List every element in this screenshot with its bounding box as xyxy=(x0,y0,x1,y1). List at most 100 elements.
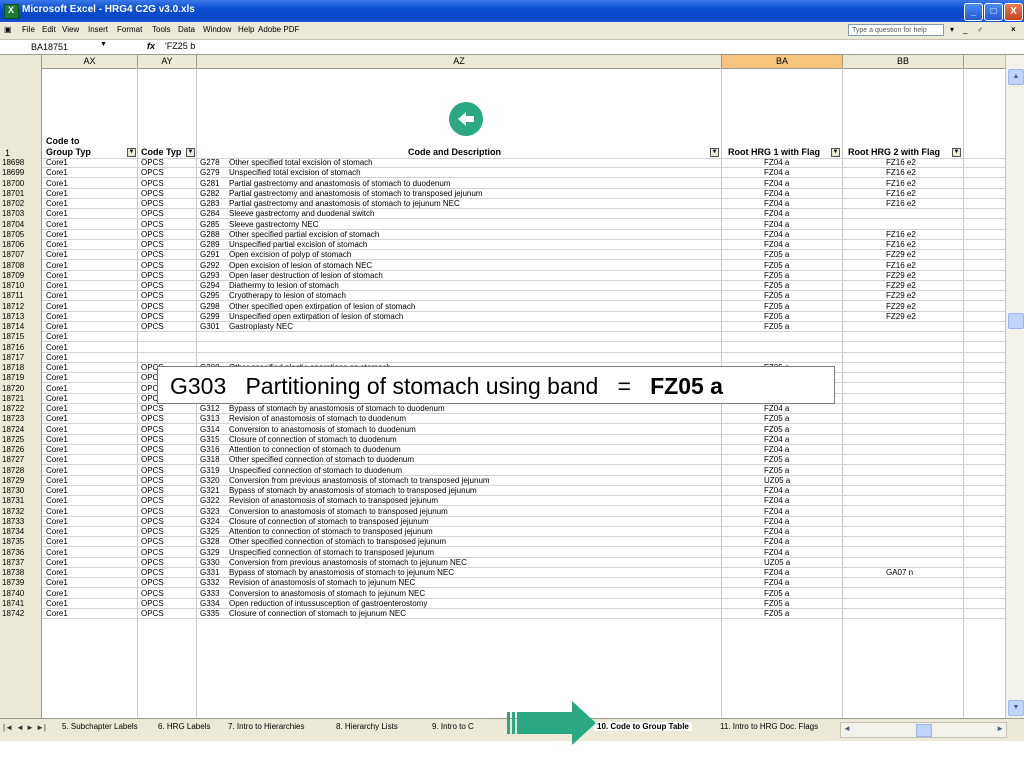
tab-subchapter-labels[interactable]: 5. Subchapter Labels xyxy=(62,722,138,731)
table-row[interactable]: 18708 Core1 OPCS G292 Open excision of lesio… xyxy=(0,260,1005,271)
filter-dropdown-code-type[interactable]: ▼ xyxy=(186,148,195,157)
row-number[interactable]: 18724 xyxy=(0,424,42,435)
back-arrow-button[interactable] xyxy=(449,102,483,136)
table-row[interactable]: 18722 Core1 OPCS G312 Bypass of stomach by a… xyxy=(0,404,1005,414)
table-row[interactable]: 18716 Core1 xyxy=(0,342,1005,353)
table-row[interactable]: 18731 Core1 OPCS G322 Revision of anastomosi… xyxy=(0,496,1005,507)
filter-dropdown-root-hrg-1[interactable]: ▼ xyxy=(831,148,840,157)
table-row[interactable]: 18701 Core1 OPCS G282 Partial gastrectomy an… xyxy=(0,188,1005,199)
doc-restore-button[interactable]: ♂ xyxy=(977,25,983,34)
row-number[interactable]: 18737 xyxy=(0,557,42,568)
menu-window[interactable]: Window xyxy=(203,25,231,34)
menu-tools[interactable]: Tools xyxy=(152,25,171,34)
column-header-ay[interactable]: AY xyxy=(138,55,197,68)
table-row[interactable]: 18704 Core1 OPCS G285 Sleeve gastrectomy NEC… xyxy=(0,219,1005,230)
tab-hierarchy-lists[interactable]: 8. Hierarchy Lists xyxy=(336,722,398,731)
row-number[interactable]: 18730 xyxy=(0,486,42,496)
function-icon[interactable]: fx xyxy=(147,41,155,51)
menu-help[interactable]: Help xyxy=(238,25,254,34)
row-number[interactable]: 18719 xyxy=(0,373,42,384)
table-row[interactable]: 18725 Core1 OPCS G315 Closure of connection … xyxy=(0,434,1005,445)
scroll-down-button[interactable]: ▼ xyxy=(1008,700,1024,716)
table-row[interactable]: 18728 Core1 OPCS G319 Unspecified connection… xyxy=(0,465,1005,476)
table-row[interactable]: 18698 Core1 OPCS G278 Other specified total … xyxy=(0,158,1005,168)
menu-file[interactable]: File xyxy=(22,25,35,34)
row-number[interactable]: 18709 xyxy=(0,270,42,281)
table-row[interactable]: 18726 Core1 OPCS G316 Attention to connectio… xyxy=(0,445,1005,455)
vertical-scroll-thumb[interactable] xyxy=(1008,313,1024,329)
row-number[interactable]: 18733 xyxy=(0,516,42,527)
table-row[interactable]: 18713 Core1 OPCS G299 Unspecified open extir… xyxy=(0,311,1005,322)
filter-dropdown-group-type[interactable]: ▼ xyxy=(127,148,136,157)
tab-hrg-labels[interactable]: 6. HRG Labels xyxy=(158,722,210,731)
row-number[interactable]: 18741 xyxy=(0,598,42,609)
row-number[interactable]: 18725 xyxy=(0,434,42,445)
row-number[interactable]: 18723 xyxy=(0,414,42,425)
row-number[interactable]: 18728 xyxy=(0,465,42,476)
table-row[interactable]: 18699 Core1 OPCS G279 Unspecified total exci… xyxy=(0,168,1005,179)
table-row[interactable]: 18742 Core1 OPCS G335 Closure of connection … xyxy=(0,609,1005,619)
row-number[interactable]: 18707 xyxy=(0,250,42,261)
menu-insert[interactable]: Insert xyxy=(88,25,108,34)
help-dropdown-icon[interactable]: ▾ xyxy=(950,25,954,34)
row-number[interactable]: 18735 xyxy=(0,537,42,548)
row-number[interactable]: 18714 xyxy=(0,322,42,332)
table-row[interactable]: 18741 Core1 OPCS G334 Open reduction of intu… xyxy=(0,598,1005,609)
table-row[interactable]: 18705 Core1 OPCS G288 Other specified partia… xyxy=(0,229,1005,240)
row-number[interactable]: 18729 xyxy=(0,475,42,486)
last-sheet-button[interactable]: ►| xyxy=(36,723,46,732)
doc-close-button[interactable]: × xyxy=(1011,25,1016,34)
row-number[interactable]: 18720 xyxy=(0,383,42,394)
table-row[interactable]: 18739 Core1 OPCS G332 Revision of anastomosi… xyxy=(0,578,1005,589)
row-number[interactable]: 18703 xyxy=(0,209,42,220)
table-row[interactable]: 18700 Core1 OPCS G281 Partial gastrectomy an… xyxy=(0,178,1005,189)
table-row[interactable]: 18709 Core1 OPCS G293 Open laser destruction… xyxy=(0,270,1005,281)
row-number[interactable]: 18731 xyxy=(0,496,42,507)
row-number[interactable]: 18702 xyxy=(0,199,42,209)
table-row[interactable]: 18735 Core1 OPCS G328 Other specified connec… xyxy=(0,537,1005,548)
first-sheet-button[interactable]: |◄ xyxy=(3,723,13,732)
excel-app-icon[interactable] xyxy=(4,4,19,19)
name-box-dropdown-icon[interactable]: ▼ xyxy=(100,41,107,48)
tab-code-to-group-table[interactable]: 10. Code to Group Table xyxy=(594,722,692,731)
row-number[interactable]: 18734 xyxy=(0,527,42,537)
row-number[interactable]: 18742 xyxy=(0,609,42,619)
row-number[interactable]: 18740 xyxy=(0,588,42,599)
row-number[interactable]: 18736 xyxy=(0,547,42,558)
filter-dropdown-root-hrg-2[interactable]: ▼ xyxy=(952,148,961,157)
table-row[interactable]: 18706 Core1 OPCS G289 Unspecified partial ex… xyxy=(0,240,1005,250)
row-number[interactable]: 18713 xyxy=(0,311,42,322)
row-number[interactable]: 18712 xyxy=(0,301,42,312)
scroll-left-button[interactable]: ◄ xyxy=(843,724,851,733)
table-row[interactable]: 18733 Core1 OPCS G324 Closure of connection … xyxy=(0,516,1005,527)
tab-intro-hierarchies[interactable]: 7. Intro to Hierarchies xyxy=(228,722,304,731)
table-row[interactable]: 18737 Core1 OPCS G330 Conversion from previo… xyxy=(0,557,1005,568)
row-number[interactable]: 18699 xyxy=(0,168,42,179)
table-row[interactable]: 18712 Core1 OPCS G298 Other specified open e… xyxy=(0,301,1005,312)
row-number[interactable]: 18711 xyxy=(0,291,42,302)
row-number[interactable]: 18726 xyxy=(0,445,42,455)
row-number[interactable]: 18727 xyxy=(0,455,42,466)
scroll-up-button[interactable]: ▲ xyxy=(1008,69,1024,85)
table-row[interactable]: 18703 Core1 OPCS G284 Sleeve gastrectomy and… xyxy=(0,209,1005,220)
prev-sheet-button[interactable]: ◄ xyxy=(16,723,24,732)
row-number[interactable]: 18700 xyxy=(0,178,42,189)
table-row[interactable]: 18736 Core1 OPCS G329 Unspecified connection… xyxy=(0,547,1005,558)
document-menu-icon[interactable]: ▣ xyxy=(4,25,12,34)
table-row[interactable]: 18730 Core1 OPCS G321 Bypass of stomach by a… xyxy=(0,486,1005,496)
table-row[interactable]: 18702 Core1 OPCS G283 Partial gastrectomy an… xyxy=(0,199,1005,209)
column-header-bb[interactable]: BB xyxy=(843,55,964,68)
row-number[interactable]: 18738 xyxy=(0,568,42,578)
menu-data[interactable]: Data xyxy=(178,25,195,34)
row-number[interactable]: 18722 xyxy=(0,404,42,414)
maximize-button[interactable]: □ xyxy=(984,3,1003,21)
table-row[interactable]: 18715 Core1 xyxy=(0,332,1005,343)
table-row[interactable]: 18734 Core1 OPCS G325 Attention to connectio… xyxy=(0,527,1005,537)
select-all-corner[interactable] xyxy=(0,55,42,68)
next-sheet-button[interactable]: ► xyxy=(26,723,34,732)
column-header-ba[interactable]: BA xyxy=(722,55,843,68)
minimize-button[interactable]: _ xyxy=(964,3,983,21)
table-row[interactable]: 18724 Core1 OPCS G314 Conversion to anastomo… xyxy=(0,424,1005,435)
tab-intro-c[interactable]: 9. Intro to C xyxy=(432,722,474,731)
row-number[interactable]: 18698 xyxy=(0,158,42,168)
